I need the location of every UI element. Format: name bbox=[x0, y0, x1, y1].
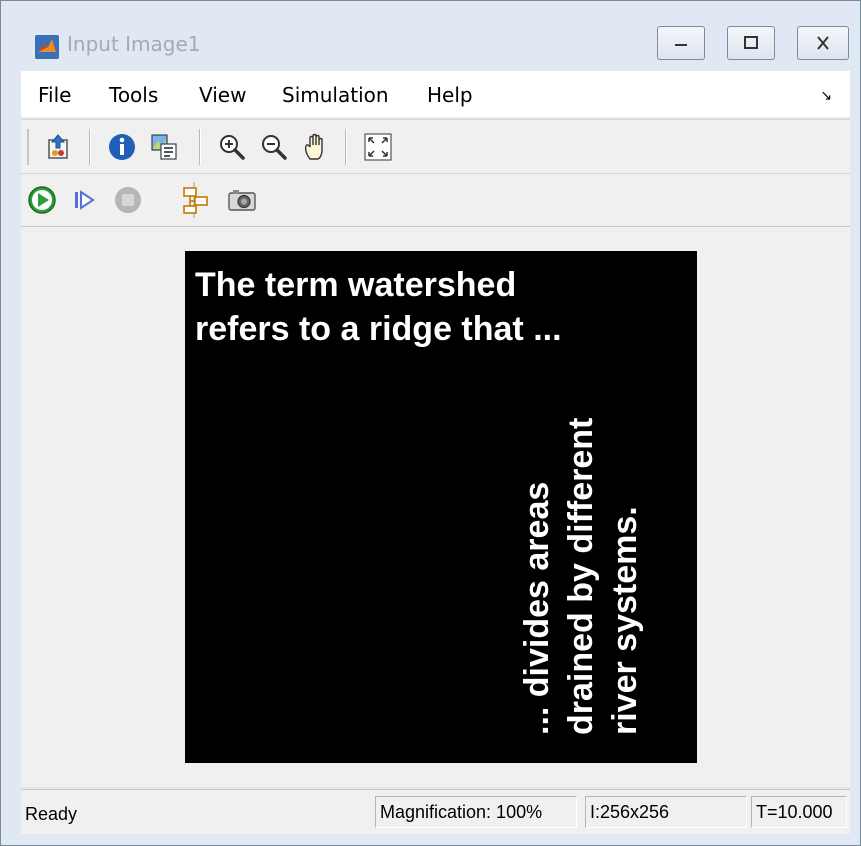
toolbar-separator bbox=[199, 129, 201, 165]
status-bar: Ready Magnification: 100% I:256x256 T=10… bbox=[21, 789, 850, 834]
toolbar-separator bbox=[89, 129, 91, 165]
toolbar-simulation bbox=[21, 173, 850, 227]
status-magnification: Magnification: 100% bbox=[375, 796, 577, 828]
close-button[interactable] bbox=[797, 26, 849, 60]
menu-simulation[interactable]: Simulation bbox=[282, 83, 389, 107]
maximize-button[interactable] bbox=[727, 26, 775, 60]
menu-view[interactable]: View bbox=[199, 83, 246, 107]
copy-image-icon[interactable] bbox=[149, 132, 179, 162]
highlight-block-icon[interactable] bbox=[181, 185, 211, 215]
menu-help[interactable]: Help bbox=[427, 83, 473, 107]
snapshot-camera-icon[interactable] bbox=[227, 185, 257, 215]
fit-to-view-icon[interactable] bbox=[363, 132, 393, 162]
zoom-out-icon[interactable] bbox=[259, 132, 289, 162]
menu-bar: File Tools View Simulation Help ↘ bbox=[21, 71, 850, 117]
image-text-top: The term watershed refers to a ridge tha… bbox=[195, 266, 562, 348]
toolbar-view bbox=[21, 119, 850, 174]
minimize-icon bbox=[675, 44, 687, 46]
image-text-rotated: ... divides areas drained by different r… bbox=[518, 417, 644, 735]
image-canvas[interactable]: The term watershed refers to a ridge tha… bbox=[21, 227, 850, 787]
zoom-in-icon[interactable] bbox=[217, 132, 247, 162]
menu-tools[interactable]: Tools bbox=[109, 83, 158, 107]
status-time: T=10.000 bbox=[751, 796, 847, 828]
stop-icon[interactable] bbox=[113, 185, 143, 215]
window-title: Input Image1 bbox=[67, 32, 201, 56]
close-icon bbox=[817, 36, 829, 50]
title-bar[interactable]: Input Image1 bbox=[1, 1, 860, 67]
info-icon[interactable] bbox=[107, 132, 137, 162]
status-image-size: I:256x256 bbox=[585, 796, 747, 828]
pan-hand-icon[interactable] bbox=[301, 132, 331, 162]
menu-file[interactable]: File bbox=[38, 83, 71, 107]
parent-model-icon[interactable] bbox=[43, 132, 73, 162]
minimize-button[interactable] bbox=[657, 26, 705, 60]
displayed-image[interactable]: The term watershed refers to a ridge tha… bbox=[185, 251, 697, 763]
toolbar-grip[interactable] bbox=[27, 129, 29, 165]
toolbar-separator bbox=[345, 129, 347, 165]
app-window: Input Image1 File Tools View Simulation … bbox=[0, 0, 861, 846]
matlab-logo-icon bbox=[35, 35, 59, 59]
maximize-icon bbox=[744, 36, 758, 49]
run-icon[interactable] bbox=[27, 185, 57, 215]
step-forward-icon[interactable] bbox=[69, 185, 99, 215]
menu-overflow-arrow-icon[interactable]: ↘ bbox=[820, 87, 832, 104]
status-ready: Ready bbox=[25, 804, 78, 824]
